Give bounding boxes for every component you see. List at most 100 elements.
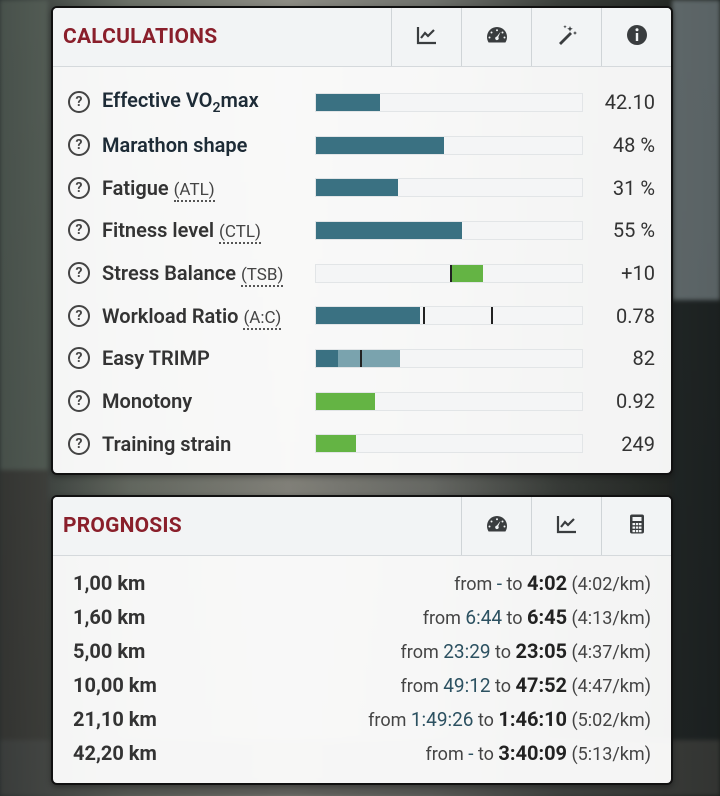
prognosis-row: 42,20 km from - to 3:40:09 (5:13/km) [53,736,671,770]
calc-value: 31 % [612,175,655,200]
calc-value: 249 [621,431,655,456]
calc-label: Workload Ratio (A:C) [102,303,282,330]
progress-bar [315,135,583,155]
prognosis-time: from - to 4:02 (4:02/km) [454,571,651,595]
help-icon[interactable]: ? [68,176,90,199]
prognosis-time: from 49:12 to 47:52 (4:47/km) [400,673,651,697]
help-icon[interactable]: ? [68,347,90,370]
bar-fill [316,93,380,111]
chart-button[interactable] [391,8,461,66]
zero-marker [450,264,452,282]
progress-bar [315,348,583,368]
speedometer-icon [485,512,509,540]
calc-label: Stress Balance (TSB) [102,261,284,288]
line-chart-icon [555,512,579,540]
prognosis-time: from 23:29 to 23:05 (4:37/km) [400,639,651,663]
calc-row-workload-ratio: ? Workload Ratio (A:C) 0.78 [53,294,671,337]
calc-row-fatigue: ? Fatigue (ATL) 31 % [53,166,671,209]
range-marker [423,307,425,325]
progress-bar [315,263,583,283]
calc-value: 42.10 [604,90,655,115]
calc-label: Marathon shape [102,133,248,158]
distance: 5,00 km [73,639,146,663]
prognosis-list: 1,00 km from - to 4:02 (4:02/km) 1,60 km… [53,556,671,770]
calc-row-training-strain: ? Training strain 249 [53,423,671,466]
abbr[interactable]: (ATL) [173,179,215,202]
calc-row-marathon-shape: ? Marathon shape 48 % [53,124,671,167]
speedometer-button[interactable] [461,8,531,66]
calculator-button[interactable] [601,497,671,555]
calc-label: Monotony [102,389,193,414]
calc-label: Fitness level (CTL) [102,218,261,245]
line-chart-icon [415,23,439,51]
calc-value: 82 [632,346,655,371]
bar-fill [316,435,356,453]
distance: 42,20 km [73,741,157,765]
prognosis-row: 21,10 km from 1:49:26 to 1:46:10 (5:02/k… [53,702,671,736]
bar-fill [451,264,483,282]
speedometer-icon [485,23,509,51]
chart-button[interactable] [531,497,601,555]
calc-value: 0.92 [616,389,655,414]
help-icon[interactable]: ? [68,432,90,455]
prognosis-row: 1,00 km from - to 4:02 (4:02/km) [53,566,671,600]
prognosis-time: from 6:44 to 6:45 (4:13/km) [422,605,651,629]
help-icon[interactable]: ? [68,304,90,327]
calc-label: Fatigue (ATL) [102,175,215,202]
abbr[interactable]: (TSB) [240,265,284,288]
calc-row-easy-trimp: ? Easy TRIMP 82 [53,337,671,380]
calculations-panel: CALCULATIONS ? Effective VO2max 42.10 ? … [51,6,673,475]
info-icon [625,23,649,51]
help-icon[interactable]: ? [68,134,90,157]
help-icon[interactable]: ? [68,219,90,242]
progress-bar [315,92,583,112]
calc-row-stress-balance: ? Stress Balance (TSB) +10 [53,252,671,295]
magic-wand-icon [555,23,579,51]
calc-row-vo2max: ? Effective VO2max 42.10 [53,81,671,124]
bar-fill [316,307,420,325]
calc-row-fitness-level: ? Fitness level (CTL) 55 % [53,209,671,252]
magic-button[interactable] [531,8,601,66]
prognosis-header: PROGNOSIS [53,497,671,556]
distance: 1,60 km [73,605,146,629]
abbr[interactable]: (CTL) [219,222,261,245]
range-marker [491,307,493,325]
calc-label: Training strain [102,431,232,456]
bar-fill [316,349,338,367]
help-icon[interactable]: ? [68,91,90,114]
bar-fill [316,179,399,197]
prognosis-title: PROGNOSIS [63,514,182,538]
calculations-title: CALCULATIONS [63,25,218,49]
progress-bar [315,306,583,326]
prognosis-time: from - to 3:40:09 (5:13/km) [425,741,652,765]
bar-fill [316,136,444,154]
bar-fill [316,392,375,410]
distance: 10,00 km [73,673,157,697]
distance: 1,00 km [73,571,146,595]
progress-bar [315,220,583,240]
prognosis-row: 1,60 km from 6:44 to 6:45 (4:13/km) [53,600,671,634]
calc-label: Effective VO2max [102,88,259,117]
calc-value: 0.78 [616,303,655,328]
prognosis-row: 5,00 km from 23:29 to 23:05 (4:37/km) [53,634,671,668]
prognosis-panel: PROGNOSIS 1,00 km from - to 4:02 (4:02/k… [51,495,673,785]
info-button[interactable] [601,8,671,66]
speedometer-button[interactable] [461,497,531,555]
help-icon[interactable]: ? [68,390,90,413]
progress-bar [315,391,583,411]
abbr[interactable]: (A:C) [243,307,282,330]
target-marker [360,349,362,367]
progress-bar [315,178,583,198]
calc-value: 48 % [612,133,655,158]
calculations-header: CALCULATIONS [53,8,671,67]
calculator-icon [625,512,649,540]
prognosis-row: 10,00 km from 49:12 to 47:52 (4:47/km) [53,668,671,702]
calc-row-monotony: ? Monotony 0.92 [53,380,671,423]
prognosis-time: from 1:49:26 to 1:46:10 (5:02/km) [368,707,651,731]
calc-label: Easy TRIMP [102,346,210,371]
help-icon[interactable]: ? [68,262,90,285]
progress-bar [315,434,583,454]
calc-value: 55 % [612,218,655,243]
bar-fill-secondary [338,349,400,367]
distance: 21,10 km [73,707,157,731]
